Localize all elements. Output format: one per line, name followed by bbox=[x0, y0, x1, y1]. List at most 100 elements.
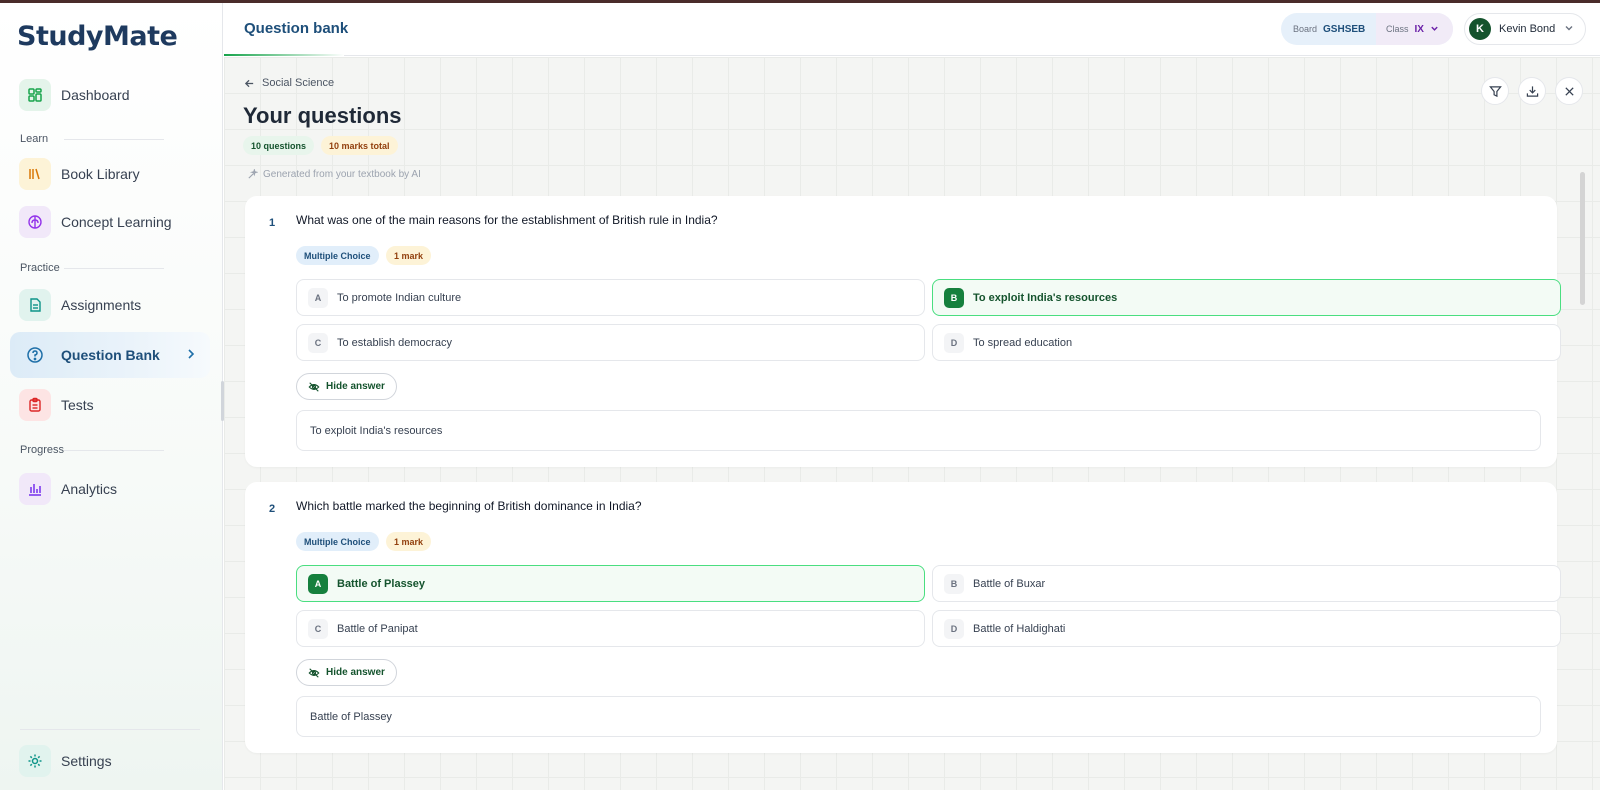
sidebar: StudyMate Dashboard Learn Book Library C… bbox=[0, 3, 224, 790]
section-divider bbox=[64, 450, 164, 451]
books-icon bbox=[19, 158, 51, 190]
eye-off-icon bbox=[308, 667, 320, 678]
app-logo[interactable]: StudyMate bbox=[17, 19, 178, 53]
sidebar-item-label: Question Bank bbox=[61, 347, 160, 363]
board-selector[interactable]: Board GSHSEB bbox=[1281, 13, 1376, 45]
bar-chart-icon bbox=[19, 473, 51, 505]
hide-answer-button[interactable]: Hide answer bbox=[296, 373, 397, 400]
sidebar-item-label: Dashboard bbox=[61, 87, 130, 103]
sidebar-item-label: Assignments bbox=[61, 297, 142, 313]
option-text: Battle of Panipat bbox=[337, 622, 418, 635]
hide-answer-label: Hide answer bbox=[326, 381, 385, 392]
question-type-badge: Multiple Choice bbox=[296, 532, 379, 551]
sidebar-divider bbox=[20, 729, 200, 730]
option-letter: A bbox=[308, 287, 328, 308]
sidebar-item-concept-learning[interactable]: Concept Learning bbox=[10, 199, 210, 245]
ai-note-text: Generated from your textbook by AI bbox=[263, 169, 421, 180]
sidebar-item-dashboard[interactable]: Dashboard bbox=[10, 72, 210, 118]
section-divider bbox=[64, 139, 164, 140]
marks-total-badge: 10 marks total bbox=[321, 136, 398, 155]
option-text: To exploit India's resources bbox=[973, 291, 1118, 304]
ai-generated-note: Generated from your textbook by AI bbox=[247, 169, 421, 180]
option-text: To promote Indian culture bbox=[337, 291, 462, 304]
option-b-correct[interactable]: B To exploit India's resources bbox=[932, 279, 1561, 316]
question-number: 2 bbox=[269, 503, 276, 515]
question-marks-badge: 1 mark bbox=[386, 532, 432, 551]
option-b[interactable]: B Battle of Buxar bbox=[932, 565, 1561, 602]
option-letter: B bbox=[944, 287, 964, 308]
option-c[interactable]: C To establish democracy bbox=[296, 324, 925, 361]
download-button[interactable] bbox=[1518, 77, 1546, 105]
sidebar-item-analytics[interactable]: Analytics bbox=[10, 466, 210, 512]
download-icon bbox=[1526, 85, 1538, 97]
question-card: 1 What was one of the main reasons for t… bbox=[245, 196, 1561, 467]
question-circle-icon bbox=[19, 339, 51, 371]
option-letter: C bbox=[308, 618, 328, 639]
questions-title: Your questions bbox=[243, 103, 402, 128]
question-text: Which battle marked the beginning of Bri… bbox=[296, 499, 642, 513]
eye-off-icon bbox=[308, 381, 320, 392]
sidebar-item-label: Tests bbox=[61, 397, 94, 413]
gear-icon bbox=[19, 745, 51, 777]
option-a-correct[interactable]: A Battle of Plassey bbox=[296, 565, 925, 602]
option-d[interactable]: D Battle of Haldighati bbox=[932, 610, 1561, 647]
option-text: Battle of Buxar bbox=[973, 577, 1046, 590]
main-content: Social Science Your questions 10 questio… bbox=[224, 57, 1600, 790]
sidebar-item-label: Analytics bbox=[61, 481, 118, 497]
question-text: What was one of the main reasons for the… bbox=[296, 213, 718, 227]
filter-icon bbox=[1488, 85, 1502, 97]
sidebar-item-tests[interactable]: Tests bbox=[10, 382, 210, 428]
brain-icon bbox=[19, 206, 51, 238]
sidebar-item-label: Concept Learning bbox=[61, 214, 172, 230]
chevron-right-icon bbox=[186, 347, 196, 366]
option-d[interactable]: D To spread education bbox=[932, 324, 1561, 361]
sidebar-item-assignments[interactable]: Assignments bbox=[10, 282, 210, 328]
option-text: To establish democracy bbox=[337, 336, 452, 349]
sidebar-item-label: Settings bbox=[61, 753, 112, 769]
question-count-badge: 10 questions bbox=[243, 136, 315, 155]
question-marks-badge: 1 mark bbox=[386, 246, 432, 265]
sparkle-icon bbox=[248, 169, 258, 179]
section-label-progress: Progress bbox=[20, 444, 65, 456]
chevron-down-icon bbox=[1564, 20, 1574, 38]
class-label: Class bbox=[1386, 24, 1409, 34]
board-class-selector[interactable]: Board GSHSEB Class IX bbox=[1281, 13, 1453, 45]
answer-box: To exploit India's resources bbox=[296, 410, 1541, 451]
class-selector[interactable]: Class IX bbox=[1376, 13, 1453, 45]
hide-answer-button[interactable]: Hide answer bbox=[296, 659, 397, 686]
close-icon bbox=[1564, 86, 1574, 96]
option-letter: A bbox=[308, 573, 328, 594]
sidebar-item-book-library[interactable]: Book Library bbox=[10, 151, 210, 197]
option-text: To spread education bbox=[973, 336, 1073, 349]
header-accent-line bbox=[224, 54, 344, 56]
section-label-practice: Practice bbox=[20, 262, 60, 274]
section-divider bbox=[64, 268, 164, 269]
question-card: 2 Which battle marked the beginning of B… bbox=[245, 482, 1561, 753]
sidebar-item-settings[interactable]: Settings bbox=[10, 738, 210, 784]
close-button[interactable] bbox=[1555, 77, 1583, 105]
page-title: Question bank bbox=[244, 20, 349, 37]
breadcrumb-back-link[interactable]: Social Science bbox=[244, 77, 334, 89]
document-icon bbox=[19, 289, 51, 321]
chevron-down-icon bbox=[1430, 20, 1439, 38]
question-number: 1 bbox=[269, 217, 276, 229]
filter-button[interactable] bbox=[1481, 77, 1509, 105]
board-label: Board bbox=[1293, 24, 1318, 34]
user-menu[interactable]: K Kevin Bond bbox=[1464, 13, 1586, 45]
scrollbar-thumb[interactable] bbox=[1580, 172, 1585, 305]
sidebar-item-question-bank[interactable]: Question Bank bbox=[10, 332, 210, 378]
clipboard-icon bbox=[19, 389, 51, 421]
option-a[interactable]: A To promote Indian culture bbox=[296, 279, 925, 316]
arrow-left-icon bbox=[244, 79, 254, 87]
breadcrumb-label: Social Science bbox=[262, 77, 335, 89]
option-letter: B bbox=[944, 573, 964, 594]
option-text: Battle of Plassey bbox=[337, 577, 426, 590]
hide-answer-label: Hide answer bbox=[326, 667, 385, 678]
option-letter: D bbox=[944, 618, 964, 639]
avatar: K bbox=[1469, 18, 1491, 40]
sidebar-item-label: Book Library bbox=[61, 166, 140, 182]
option-c[interactable]: C Battle of Panipat bbox=[296, 610, 925, 647]
option-letter: C bbox=[308, 332, 328, 353]
top-header: Question bank Board GSHSEB Class IX K Ke… bbox=[224, 3, 1600, 56]
option-letter: D bbox=[944, 332, 964, 353]
